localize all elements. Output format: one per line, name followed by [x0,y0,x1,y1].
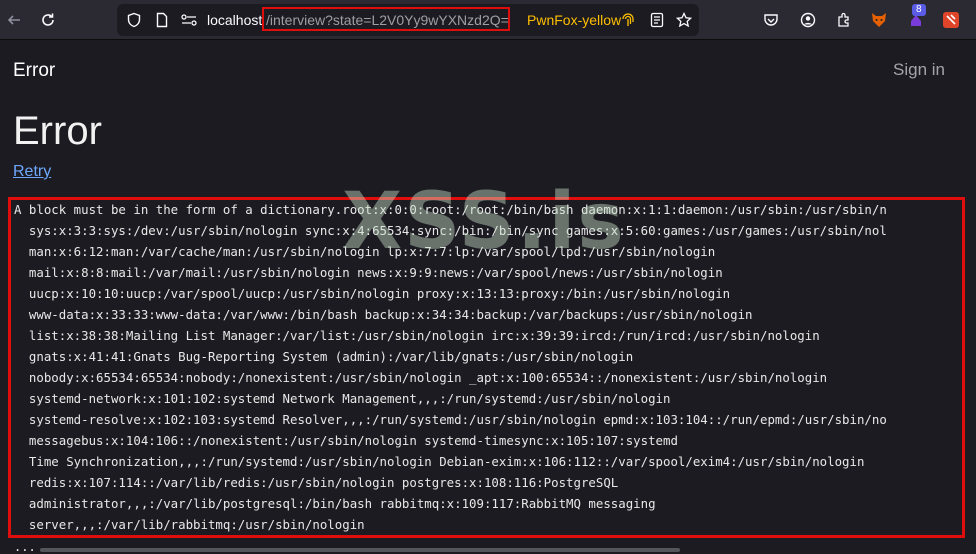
error-line: mail:x:8:8:mail:/var/mail:/usr/sbin/nolo… [14,265,723,280]
error-line: Time Synchronization,,,:/run/systemd:/us… [14,454,865,469]
error-line: nobody:x:65534:65534:nobody:/nonexistent… [14,370,828,385]
error-line: redis:x:107:114::/var/lib/redis:/usr/sbi… [14,475,619,490]
error-line: man:x:6:12:man:/var/cache/man:/usr/sbin/… [14,244,716,259]
error-line: A block must be in the form of a diction… [14,202,887,217]
sign-in-link[interactable]: Sign in [893,60,945,80]
page-title: Error [13,109,102,153]
error-line: messagebus:x:104:106::/nonexistent:/usr/… [14,433,678,448]
extension-badge: 8 [912,4,926,16]
truncation-dots: ... [14,540,36,554]
error-line: gnats:x:41:41:Gnats Bug-Reporting System… [14,349,634,364]
extensions-icon[interactable] [830,6,858,34]
permissions-icon[interactable] [180,12,198,33]
reload-icon[interactable] [34,6,62,34]
account-icon[interactable] [794,6,822,34]
fox-extension-icon[interactable] [865,6,893,34]
pocket-icon[interactable] [757,6,785,34]
tracking-shield-icon[interactable] [126,12,142,33]
container-label[interactable]: PwnFox-yellow [527,12,621,28]
error-line: uucp:x:10:10:uucp:/var/spool/uucp:/usr/s… [14,286,731,301]
error-line: list:x:38:38:Mailing List Manager:/var/l… [14,328,820,343]
horizontal-scrollbar[interactable] [40,548,680,552]
browser-toolbar: localhost /interview?state=L2V0Yy9wYXNzd… [0,0,976,40]
back-arrow-icon[interactable] [0,6,28,34]
url-host: localhost [207,12,263,28]
error-message: A block must be in the form of a diction… [14,199,959,535]
retry-link[interactable]: Retry [13,163,51,181]
error-line: server,,,:/var/lib/rabbitmq:/usr/sbin/no… [14,517,365,532]
error-line: sys:x:3:3:sys:/dev:/usr/sbin/nologin syn… [14,223,887,238]
error-line: systemd-network:x:101:102:systemd Networ… [14,391,671,406]
page-info-icon[interactable] [154,12,170,33]
extension-red-icon[interactable] [937,6,965,34]
error-line: administrator,,,:/var/lib/postgresql:/bi… [14,496,656,511]
url-path-highlight: /interview?state=L2V0Yy9wYXNzd2Q= [262,7,510,31]
reader-view-icon[interactable] [649,12,665,33]
url-bar[interactable]: localhost /interview?state=L2V0Yy9wYXNzd… [117,4,699,36]
url-path: /interview?state=L2V0Yy9wYXNzd2Q= [266,12,509,28]
bookmark-star-icon[interactable] [675,11,693,33]
error-line: www-data:x:33:33:www-data:/var/www:/bin/… [14,307,753,322]
navbar-brand[interactable]: Error [13,60,55,82]
error-line: systemd-resolve:x:102:103:systemd Resolv… [14,412,887,427]
fingerprint-icon[interactable] [621,10,635,33]
